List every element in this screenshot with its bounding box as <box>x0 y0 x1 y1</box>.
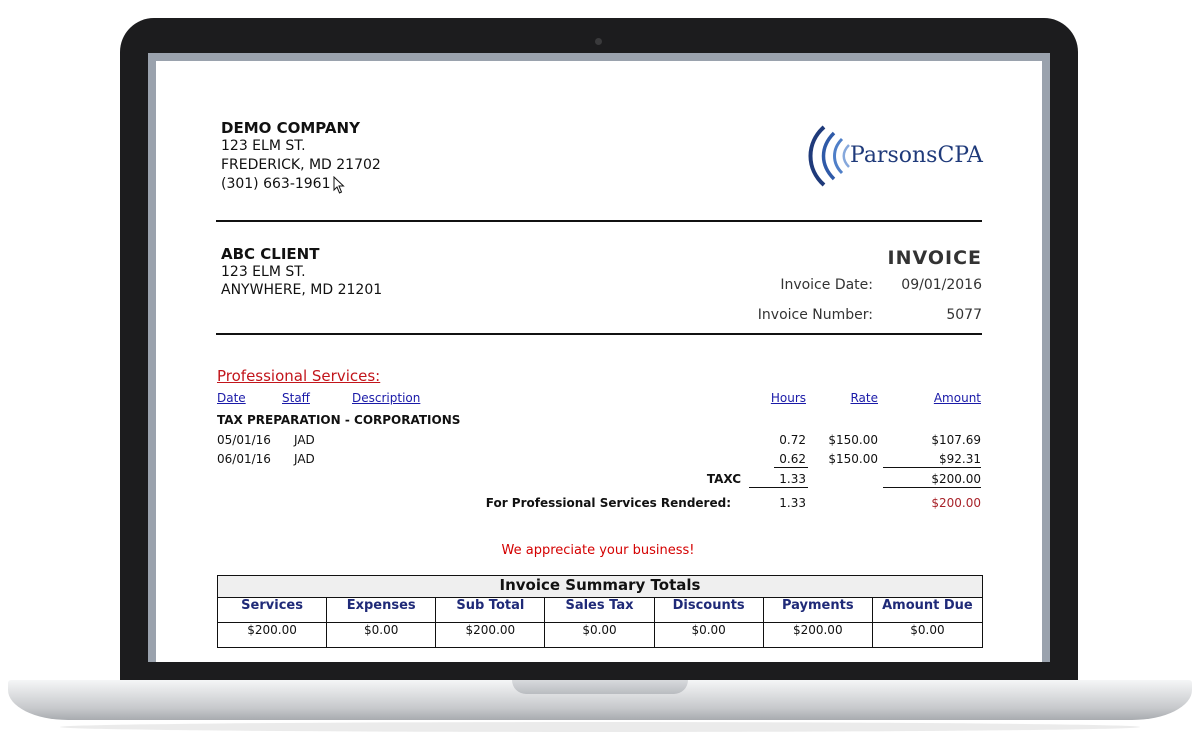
company-name: DEMO COMPANY <box>221 119 360 137</box>
mouse-cursor-icon <box>333 176 345 194</box>
column-header-date: Date <box>217 391 246 405</box>
row-rate: $150.00 <box>828 433 878 447</box>
hours-total-line <box>749 487 808 488</box>
subtotal-amount: $200.00 <box>931 472 981 486</box>
summary-value-expenses: $0.00 <box>327 623 437 647</box>
row-hours: 0.72 <box>779 433 806 447</box>
invoice-document: DEMO COMPANY 123 ELM ST. FREDERICK, MD 2… <box>156 61 1042 662</box>
summary-value-discounts: $0.00 <box>655 623 764 647</box>
laptop-screen: DEMO COMPANY 123 ELM ST. FREDERICK, MD 2… <box>148 53 1050 662</box>
client-name: ABC CLIENT <box>221 245 320 263</box>
company-logo: ParsonsCPA <box>796 121 986 191</box>
header-divider <box>216 220 982 222</box>
column-header-hours: Hours <box>770 391 806 405</box>
thank-you-message: We appreciate your business! <box>501 543 695 558</box>
summary-header-sales-tax: Sales Tax <box>545 598 655 623</box>
row-date: 05/01/16 <box>217 433 271 447</box>
row-rate: $150.00 <box>828 452 878 466</box>
row-staff: JAD <box>294 433 315 447</box>
invoice-number-label: Invoice Number: <box>757 307 873 323</box>
column-header-amount: Amount <box>933 391 981 405</box>
summary-header-services: Services <box>218 598 328 623</box>
amount-subtotal-line <box>883 467 981 468</box>
total-hours: 1.33 <box>779 496 806 510</box>
amount-total-line <box>883 487 981 488</box>
professional-services-heading: Professional Services: <box>217 367 381 385</box>
client-address-line1: 123 ELM ST. <box>221 264 306 280</box>
camera-icon <box>595 38 602 45</box>
invoice-title: INVOICE <box>887 247 982 269</box>
invoice-number-value: 5077 <box>946 307 982 323</box>
summary-header-expenses: Expenses <box>327 598 437 623</box>
invoice-summary-table: Invoice Summary Totals Services Expenses… <box>217 575 983 648</box>
row-amount: $92.31 <box>939 452 981 466</box>
subtotal-hours: 1.33 <box>779 472 806 486</box>
invoice-date-value: 09/01/2016 <box>901 277 982 293</box>
client-divider <box>216 333 982 335</box>
row-date: 06/01/16 <box>217 452 271 466</box>
service-category: TAX PREPARATION - CORPORATIONS <box>217 413 461 427</box>
company-address-line1: 123 ELM ST. <box>221 138 306 154</box>
laptop-notch <box>512 680 688 694</box>
client-address-line2: ANYWHERE, MD 21201 <box>221 282 383 298</box>
summary-header-payments: Payments <box>763 598 873 623</box>
company-address-line2: FREDERICK, MD 21702 <box>221 157 381 173</box>
total-amount: $200.00 <box>931 496 981 510</box>
row-staff: JAD <box>294 452 315 466</box>
column-header-staff: Staff <box>282 391 310 405</box>
total-label: For Professional Services Rendered: <box>485 496 731 510</box>
logo-text: ParsonsCPA <box>850 143 983 168</box>
summary-header-subtotal: Sub Total <box>436 598 546 623</box>
summary-value-sales-tax: $0.00 <box>545 623 655 647</box>
hours-subtotal-line <box>774 467 808 468</box>
invoice-date-label: Invoice Date: <box>780 277 873 293</box>
summary-value-services: $200.00 <box>218 623 328 647</box>
waves-logo-icon <box>808 125 850 187</box>
row-amount: $107.69 <box>931 433 981 447</box>
summary-value-payments: $200.00 <box>764 623 873 647</box>
column-header-description: Description <box>352 391 421 405</box>
column-header-rate: Rate <box>850 391 878 405</box>
laptop-shadow <box>60 722 1140 732</box>
summary-header-discounts: Discounts <box>654 598 764 623</box>
summary-value-amount-due: $0.00 <box>910 623 945 637</box>
summary-value-subtotal: $200.00 <box>436 623 546 647</box>
summary-title: Invoice Summary Totals <box>218 576 982 598</box>
subtotal-label: TAXC <box>706 472 741 486</box>
company-phone: (301) 663-1961 <box>221 176 331 192</box>
row-hours: 0.62 <box>779 452 806 466</box>
summary-header-amount-due: Amount Due <box>872 598 982 623</box>
